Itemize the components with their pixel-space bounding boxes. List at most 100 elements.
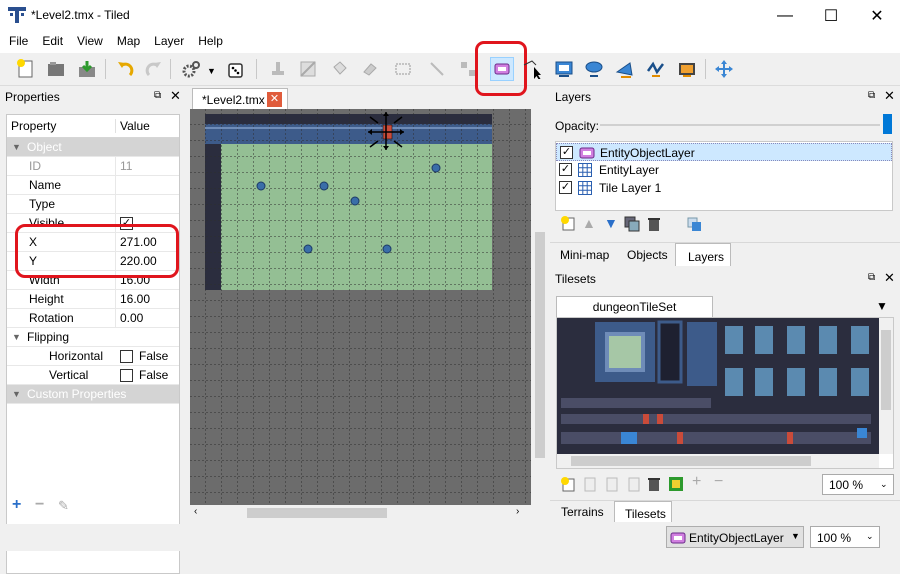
section-flipping[interactable]: ▼ Flipping [7, 328, 179, 347]
column-property[interactable]: Property [7, 119, 116, 133]
vertical-scrollbar[interactable] [533, 109, 547, 505]
menu-view[interactable]: View [70, 31, 110, 53]
scroll-right-icon[interactable]: › [516, 506, 519, 517]
redo-button[interactable] [142, 57, 166, 81]
dropdown-arrow-icon[interactable]: ▼ [207, 66, 216, 76]
layer-visibility-checkbox[interactable]: ✓ [560, 146, 573, 159]
tileset-zoom-select[interactable]: 100 % ⌄ [822, 474, 894, 495]
map-canvas[interactable] [190, 109, 531, 505]
tileset-vscrollbar[interactable] [879, 318, 893, 454]
tileset-image-icon[interactable] [668, 476, 684, 492]
scrollbar-thumb[interactable] [535, 232, 545, 458]
layer-row-tilelayer1[interactable]: ✓ Tile Layer 1 [556, 179, 892, 197]
tab-level2[interactable]: *Level2.tmx ✕ [192, 88, 288, 110]
column-value[interactable]: Value [116, 119, 150, 133]
close-tab-icon[interactable]: ✕ [267, 92, 282, 107]
property-row-type[interactable]: Type [7, 195, 179, 214]
close-panel-icon[interactable]: ✕ [884, 270, 895, 286]
tab-objects[interactable]: Objects [627, 248, 668, 262]
insert-rectangle-button[interactable] [552, 57, 576, 81]
delete-layer-icon[interactable] [646, 216, 662, 232]
add-tile-icon[interactable]: + [692, 473, 701, 491]
property-value[interactable]: 0.00 [116, 311, 143, 325]
new-tileset-icon[interactable] [560, 476, 576, 492]
insert-image-button[interactable] [675, 57, 699, 81]
bucket-fill-button[interactable] [327, 57, 351, 81]
menu-edit[interactable]: Edit [35, 31, 70, 53]
edit-polygons-button[interactable] [520, 57, 544, 81]
tab-terrains[interactable]: Terrains [561, 505, 604, 519]
tab-minimap[interactable]: Mini-map [560, 248, 609, 262]
property-row-height[interactable]: Height 16.00 [7, 290, 179, 309]
move-button[interactable] [712, 57, 736, 81]
minimize-button[interactable]: — [762, 0, 808, 31]
rename-property-icon[interactable]: ✎ [58, 498, 69, 514]
magic-wand-button[interactable] [425, 57, 449, 81]
section-object[interactable]: ▼ Object [7, 138, 179, 157]
insert-ellipse-button[interactable] [582, 57, 606, 81]
menu-layer[interactable]: Layer [147, 31, 191, 53]
scrollbar-thumb[interactable] [247, 508, 387, 518]
close-button[interactable]: ✕ [854, 0, 900, 31]
property-row-id[interactable]: ID 11 [7, 157, 179, 176]
tileset-view[interactable] [556, 317, 894, 469]
layer-view-icon[interactable] [686, 216, 702, 232]
scrollbar-thumb[interactable] [881, 330, 891, 410]
new-layer-icon[interactable] [560, 215, 576, 231]
property-row-name[interactable]: Name [7, 176, 179, 195]
property-row-rotation[interactable]: Rotation 0.00 [7, 309, 179, 328]
current-layer-select[interactable]: EntityObjectLayer ▼ [666, 526, 804, 548]
tileset-menu-icon[interactable]: ▼ [876, 299, 888, 313]
property-row-vertical[interactable]: Vertical False [7, 366, 179, 385]
vertical-checkbox[interactable] [120, 368, 133, 382]
insert-polyline-button[interactable] [644, 57, 668, 81]
stamp-brush-button[interactable] [266, 57, 290, 81]
remove-tile-icon[interactable]: − [714, 473, 723, 491]
menu-file[interactable]: File [2, 31, 35, 53]
remove-property-icon[interactable]: − [35, 496, 44, 514]
embed-tileset-icon[interactable] [582, 476, 598, 492]
horizontal-checkbox[interactable] [120, 349, 133, 363]
property-row-horizontal[interactable]: Horizontal False [7, 347, 179, 366]
scroll-left-icon[interactable]: ‹ [194, 506, 197, 517]
scrollbar-thumb[interactable] [571, 456, 811, 466]
save-button[interactable] [75, 57, 99, 81]
section-custom-properties[interactable]: ▼ Custom Properties [7, 385, 179, 404]
horizontal-scrollbar[interactable]: ‹ › [189, 505, 533, 521]
add-property-icon[interactable]: + [12, 496, 21, 514]
layer-visibility-checkbox[interactable]: ✓ [559, 181, 572, 194]
float-icon[interactable]: ⧉ [154, 90, 161, 101]
opacity-slider-handle[interactable] [883, 114, 892, 134]
insert-polygon-button[interactable] [613, 57, 637, 81]
delete-tileset-icon[interactable] [646, 476, 662, 492]
export-tileset-icon[interactable] [604, 476, 620, 492]
eraser-button[interactable] [358, 57, 382, 81]
float-icon[interactable]: ⧉ [868, 272, 875, 283]
layer-visibility-checkbox[interactable]: ✓ [559, 163, 572, 176]
terrain-brush-button[interactable] [296, 57, 320, 81]
edit-tileset-icon[interactable] [626, 476, 642, 492]
layer-row-entitylayer[interactable]: ✓ EntityLayer [556, 161, 892, 179]
open-file-button[interactable] [44, 57, 68, 81]
dungeon-tileset-image[interactable] [557, 318, 879, 454]
menu-help[interactable]: Help [191, 31, 230, 53]
opacity-slider-track[interactable] [600, 124, 880, 126]
zoom-select[interactable]: 100 % ⌄ [810, 526, 880, 548]
layer-row-entityobjectlayer[interactable]: ✓ EntityObjectLayer [556, 143, 892, 161]
menu-map[interactable]: Map [110, 31, 147, 53]
duplicate-layer-icon[interactable] [624, 216, 640, 232]
random-mode-button[interactable] [224, 57, 248, 81]
lower-layer-icon[interactable]: ▼ [604, 215, 618, 231]
tab-layers[interactable]: Layers [675, 243, 731, 266]
tileset-hscrollbar[interactable] [557, 454, 879, 468]
new-file-button[interactable] [14, 57, 38, 81]
close-panel-icon[interactable]: ✕ [170, 88, 181, 104]
maximize-button[interactable]: ☐ [808, 0, 854, 31]
close-panel-icon[interactable]: ✕ [884, 88, 895, 104]
raise-layer-icon[interactable]: ▲ [582, 215, 596, 231]
rect-select-button[interactable] [391, 57, 415, 81]
commands-button[interactable] [180, 57, 204, 81]
property-value[interactable]: 16.00 [116, 292, 150, 306]
undo-button[interactable] [113, 57, 137, 81]
tab-dungeontileset[interactable]: dungeonTileSet [556, 296, 713, 317]
